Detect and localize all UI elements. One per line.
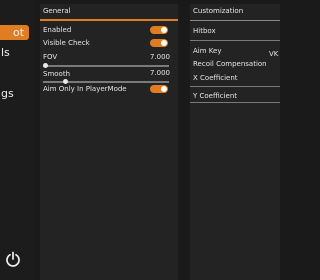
customization-panel-header: Customization (190, 4, 280, 21)
enabled-toggle[interactable] (150, 26, 168, 34)
sidebar-item-aimbot[interactable]: ot (0, 25, 29, 40)
hitbox-label[interactable]: Hitbox (193, 27, 216, 36)
aim-key-label: Aim Key (193, 47, 222, 55)
toggle-knob (161, 86, 167, 92)
panel-title: Customization (193, 7, 244, 15)
power-icon[interactable] (5, 251, 21, 267)
divider (190, 40, 280, 41)
sidebar-item-label: ls (1, 46, 10, 59)
toggle-knob (161, 40, 167, 46)
fov-slider-knob[interactable] (43, 63, 49, 68)
sidebar-item-visuals[interactable]: ls (0, 45, 10, 60)
visible-check-toggle[interactable] (150, 39, 168, 47)
fov-slider[interactable] (43, 65, 169, 67)
sidebar-item-label: ot (13, 26, 25, 39)
sidebar: ot ls gs (0, 0, 35, 280)
x-coefficient-label: X Coefficient (193, 74, 238, 82)
sidebar-item-settings[interactable]: gs (0, 86, 14, 101)
fov-label: FOV (43, 53, 58, 61)
panel-title: General (43, 7, 71, 15)
toggle-knob (161, 27, 167, 33)
aim-key-value[interactable]: VK (269, 50, 278, 59)
fov-value: 7.000 (149, 53, 170, 61)
enabled-label: Enabled (43, 26, 72, 34)
aim-only-toggle[interactable] (150, 85, 168, 93)
smooth-label: Smooth (43, 70, 71, 78)
divider (190, 86, 280, 87)
aim-only-label: Aim Only In PlayerMode (43, 85, 127, 93)
general-panel-header: General (40, 4, 178, 21)
divider (190, 102, 280, 103)
y-coefficient-label: Y Coefficient (193, 92, 238, 100)
general-panel: General Enabled Visible Check FOV 7.000 … (40, 4, 178, 280)
smooth-slider[interactable] (43, 81, 169, 83)
smooth-value: 7.000 (149, 69, 170, 77)
smooth-slider-knob[interactable] (63, 79, 69, 84)
customization-panel: Customization Hitbox Aim Key VK Recoil C… (190, 4, 280, 280)
sidebar-item-label: gs (1, 87, 14, 100)
recoil-label: Recoil Compensation (193, 60, 267, 68)
visible-check-label: Visible Check (43, 39, 90, 47)
